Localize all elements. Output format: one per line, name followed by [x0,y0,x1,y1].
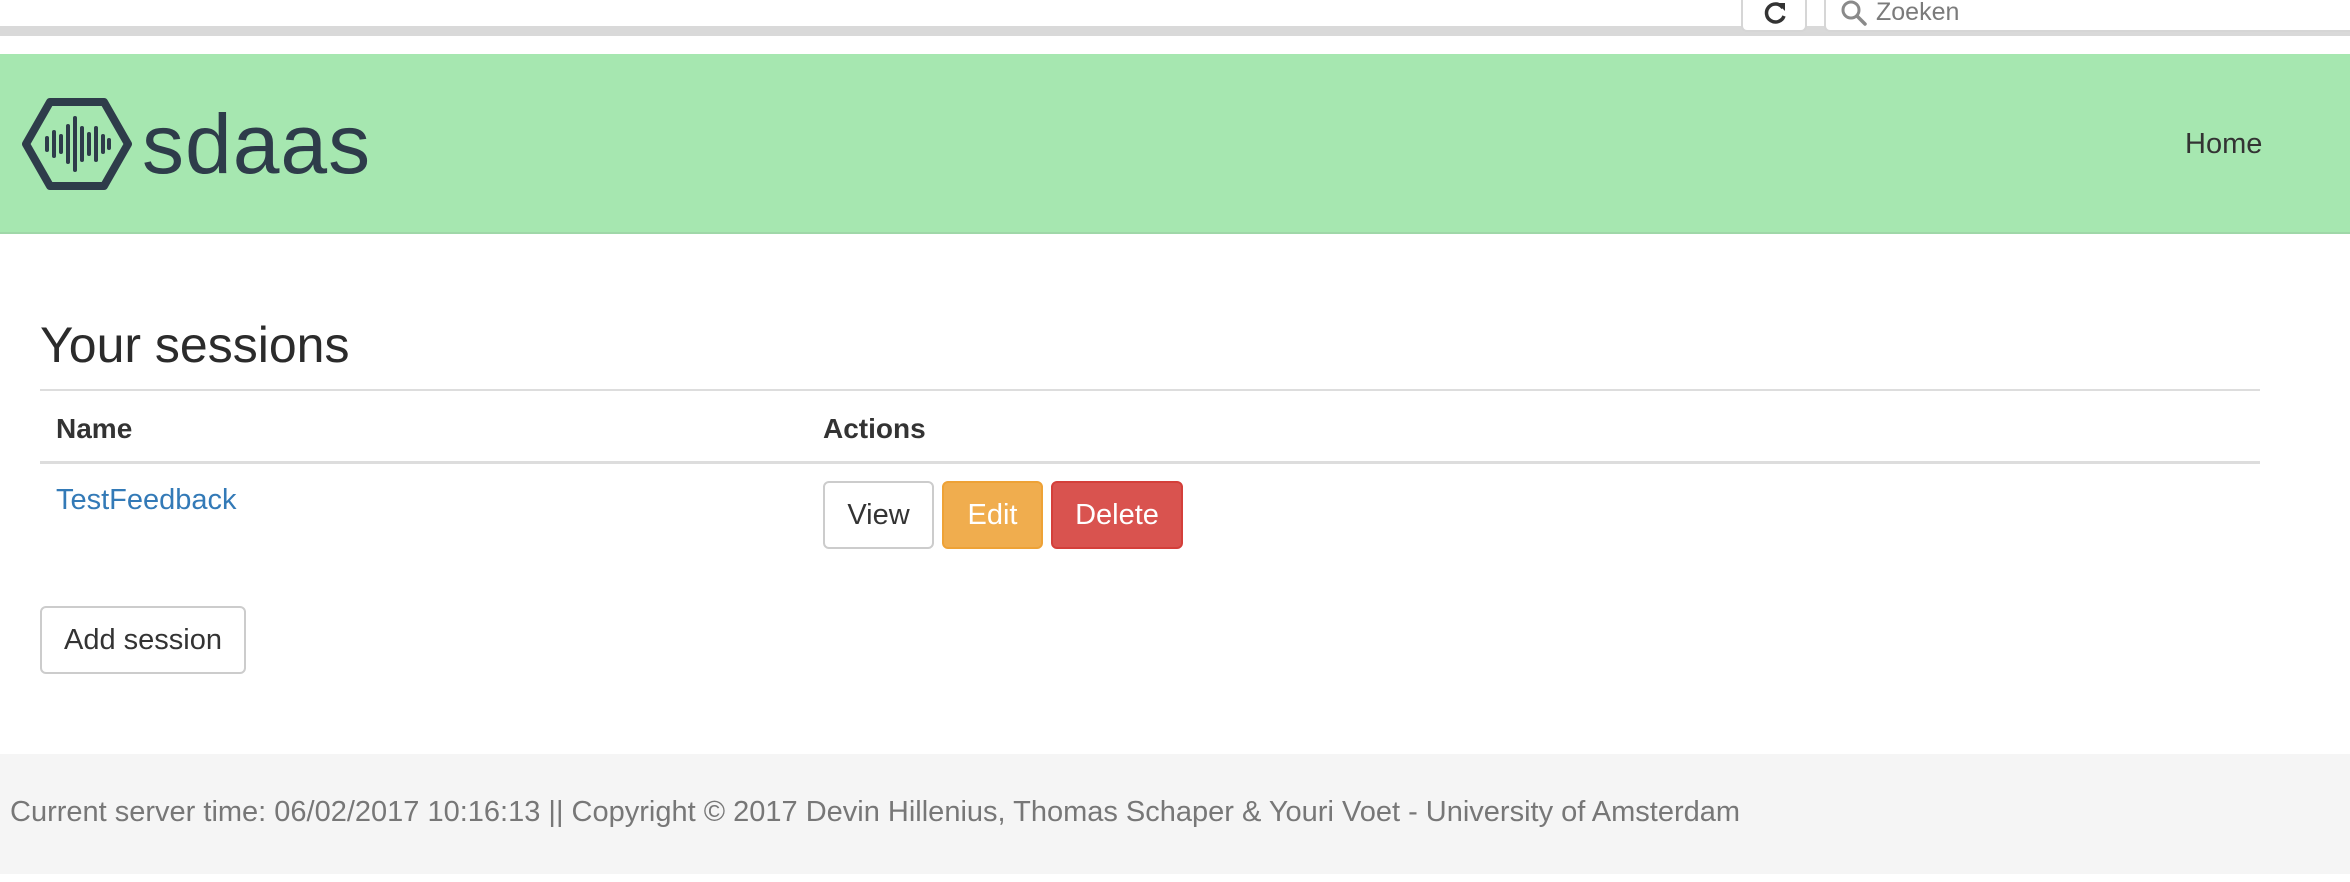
reload-icon [1764,2,1786,24]
magnifier-icon [1841,0,1867,26]
view-button[interactable]: View [823,481,934,549]
browser-toolbar: Zoeken [0,0,2350,36]
delete-button[interactable]: Delete [1051,481,1183,549]
table-row: TestFeedback View Edit Delete [40,464,2260,564]
nav-home-link[interactable]: Home [2185,128,2262,161]
navbar: sdaas Home [0,54,2350,234]
browser-search-field[interactable]: Zoeken [1824,0,2350,32]
brand-name: sdaas [142,97,372,191]
reload-button[interactable] [1741,0,1807,32]
add-session-button[interactable]: Add session [40,606,246,674]
sessions-table: Name Actions TestFeedback View Edit Dele… [40,389,2260,564]
search-placeholder: Zoeken [1876,0,1960,26]
footer-text: Current server time: 06/02/2017 10:16:13… [10,796,1741,828]
table-header: Name Actions [40,389,2260,464]
edit-button[interactable]: Edit [942,481,1043,549]
brand-link[interactable]: sdaas [22,98,371,190]
column-header-name: Name [56,413,133,444]
page-title: Your sessions [40,317,350,373]
footer: Current server time: 06/02/2017 10:16:13… [0,754,2350,874]
column-header-actions: Actions [823,413,926,444]
session-name-link[interactable]: TestFeedback [56,484,237,517]
hexagon-waveform-logo-icon [22,98,132,190]
